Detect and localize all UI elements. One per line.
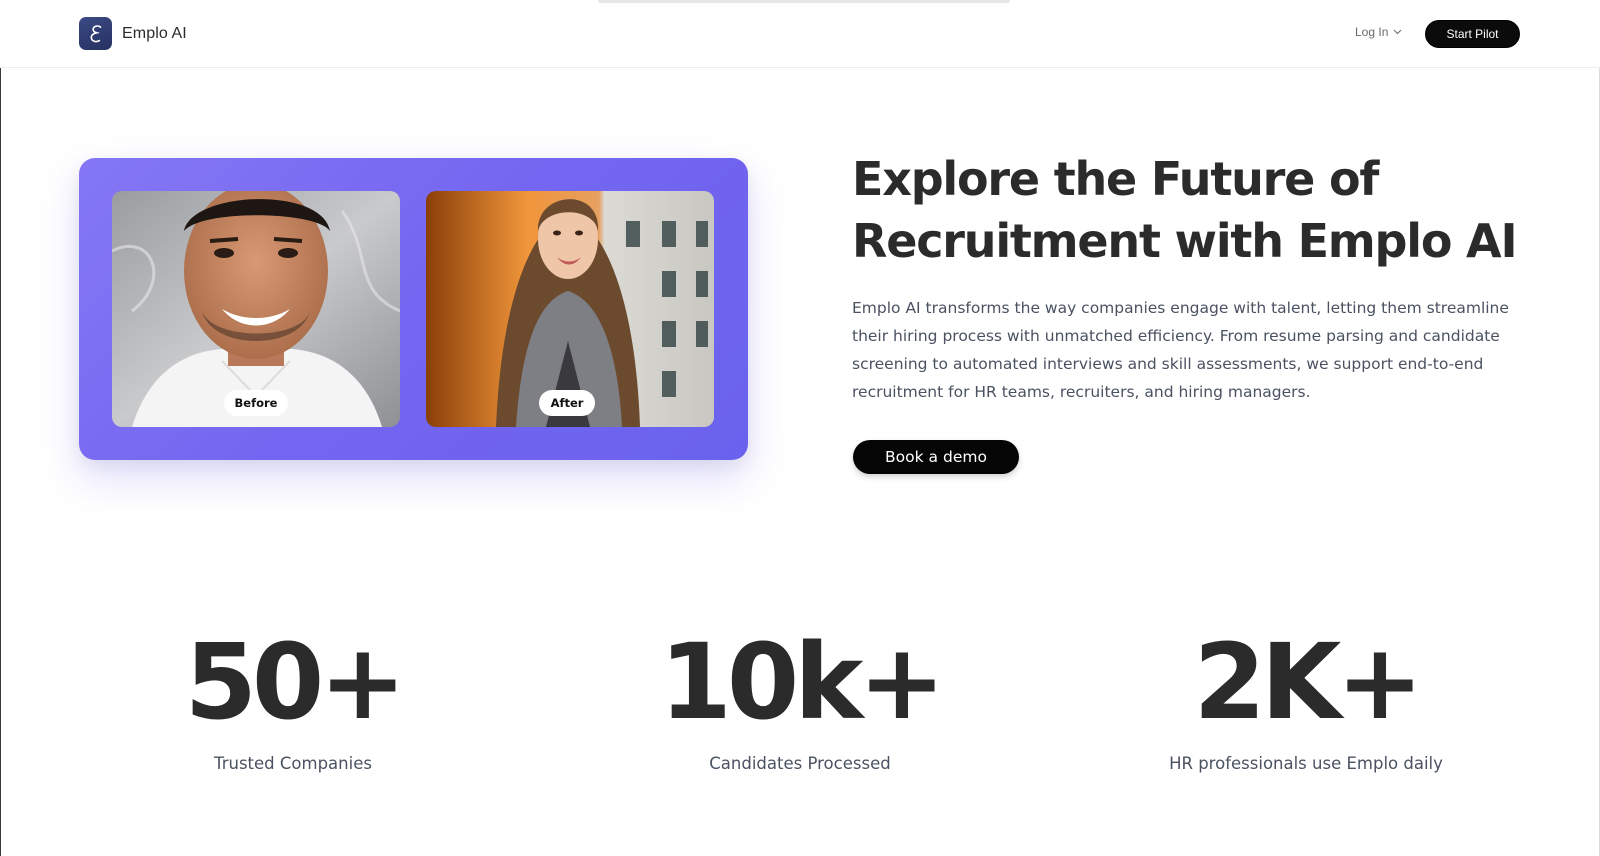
top-notch [598, 0, 1010, 3]
script-e-logo-icon [79, 17, 112, 50]
after-photo: After [426, 191, 714, 427]
book-demo-button[interactable]: Book a demo [853, 440, 1019, 474]
site-header: Emplo AI Log In Start Pilot [0, 0, 1600, 68]
stat-trusted-companies: 50+ Trusted Companies [83, 622, 503, 773]
stat-hr-professionals: 2K+ HR professionals use Emplo daily [1096, 622, 1516, 773]
hero-title: Explore the Future of Recruitment with E… [852, 148, 1552, 272]
stat-value: 50+ [184, 621, 407, 743]
before-after-card: Before After [79, 158, 748, 460]
start-pilot-button[interactable]: Start Pilot [1425, 20, 1520, 48]
chevron-down-icon [1393, 29, 1402, 35]
stat-label: HR professionals use Emplo daily [1169, 754, 1443, 773]
after-tag: After [539, 390, 595, 416]
before-tag: Before [224, 390, 288, 416]
brand-name: Emplo AI [122, 24, 187, 42]
stat-candidates-processed: 10k+ Candidates Processed [590, 622, 1010, 773]
stat-value: 10k+ [659, 621, 945, 743]
login-menu[interactable]: Log In [1355, 25, 1402, 39]
hero-description: Emplo AI transforms the way companies en… [852, 299, 1509, 401]
brand-logo[interactable]: Emplo AI [79, 17, 187, 50]
login-label: Log In [1355, 25, 1389, 39]
hero-title-line-1: Explore the Future of [852, 152, 1379, 206]
hero-title-line-2: Recruitment with Emplo AI [852, 214, 1518, 268]
stat-label: Candidates Processed [709, 754, 891, 773]
stat-value: 2K+ [1193, 621, 1423, 743]
stat-label: Trusted Companies [214, 754, 372, 773]
before-photo: Before [112, 191, 400, 427]
